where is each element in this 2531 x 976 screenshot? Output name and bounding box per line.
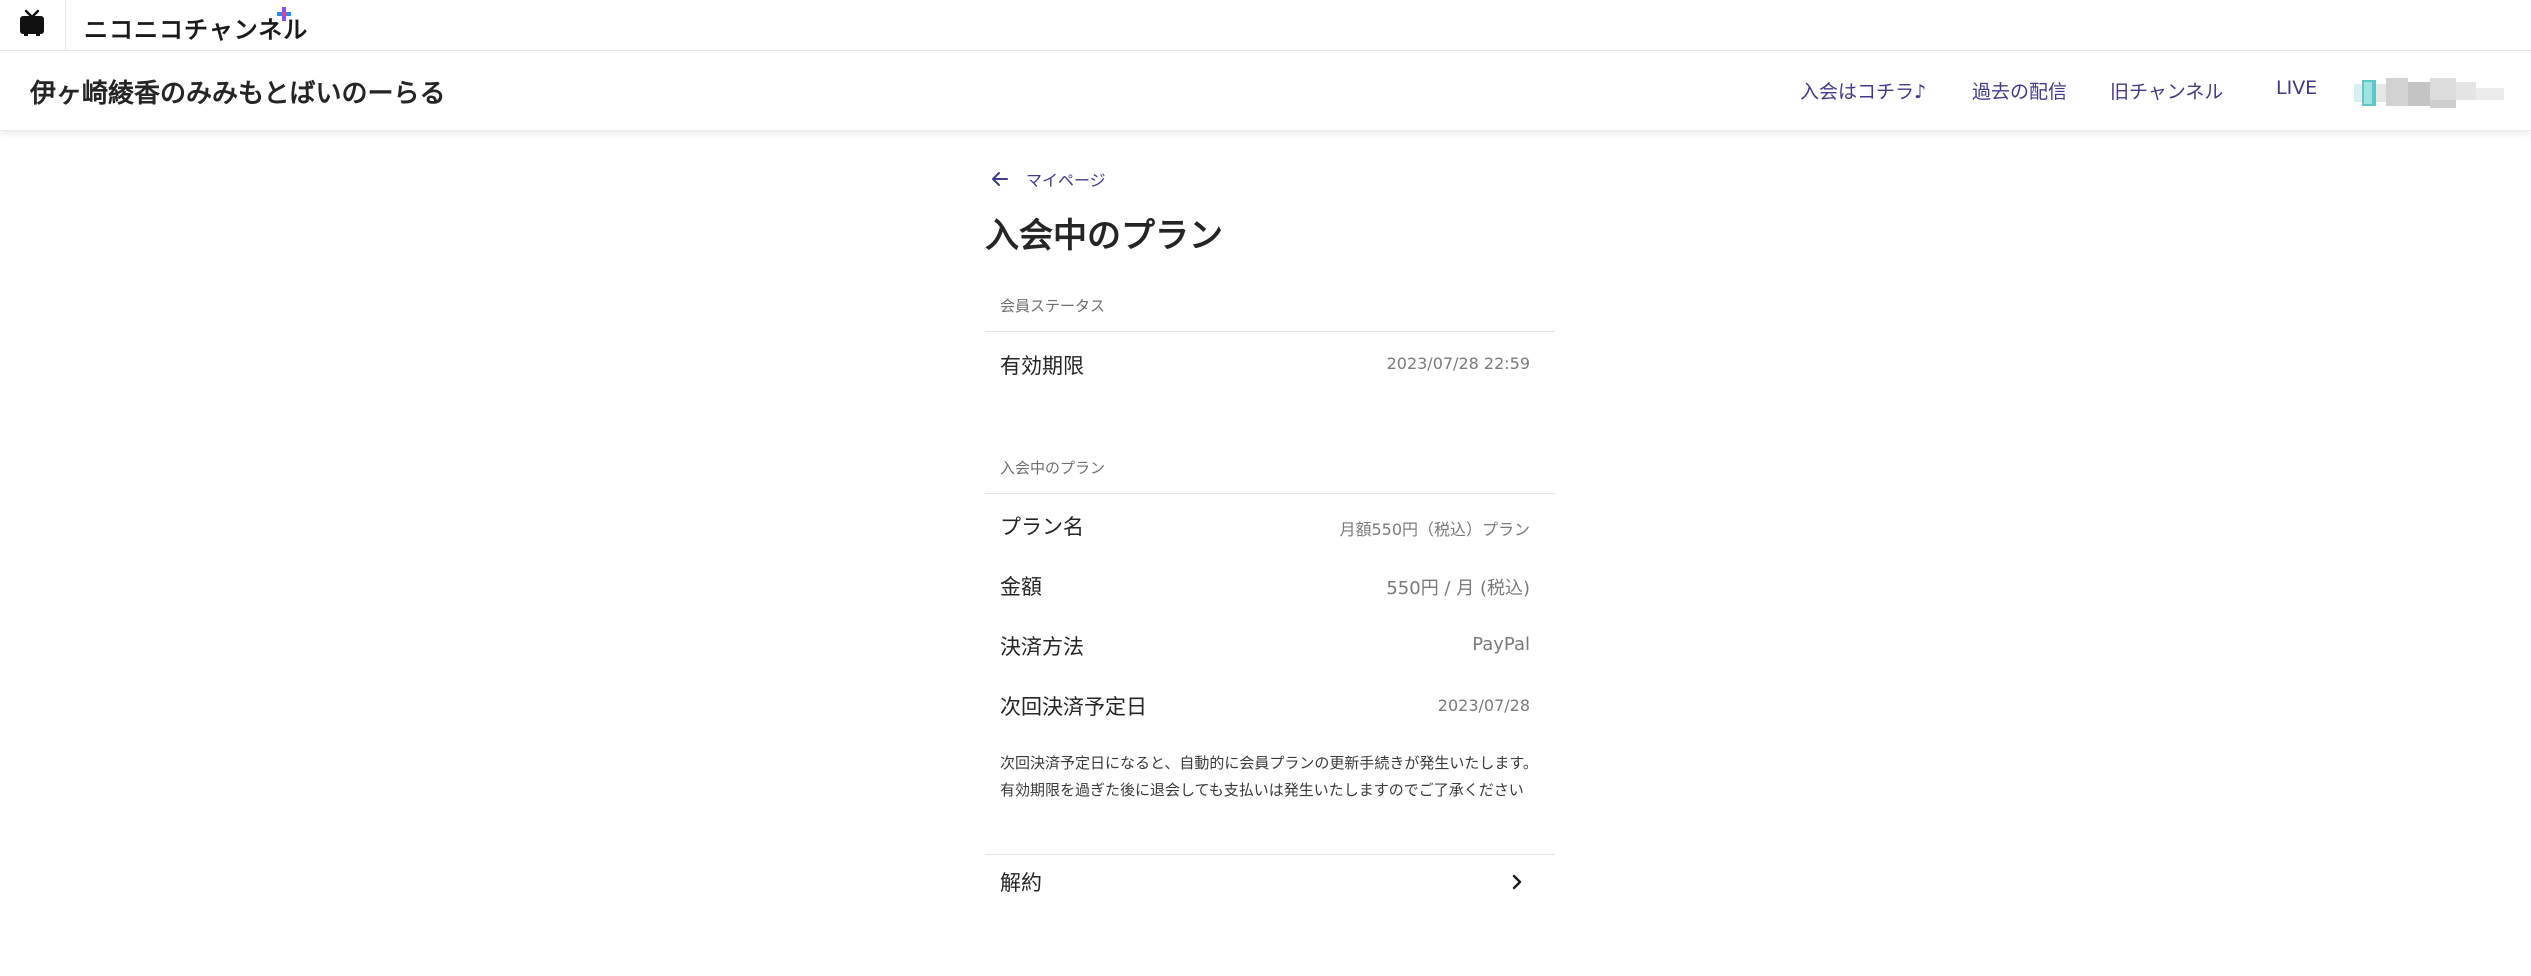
nav-old-channel-link[interactable]: 旧チャンネル bbox=[2110, 77, 2223, 104]
arrow-left-icon bbox=[992, 172, 1008, 186]
chevron-right-icon bbox=[1512, 874, 1522, 890]
page-title: 入会中のプラン bbox=[985, 216, 1223, 256]
back-to-mypage-link[interactable]: マイページ bbox=[990, 168, 1106, 190]
section-divider bbox=[985, 493, 1555, 494]
section-divider bbox=[985, 331, 1555, 332]
row-label-plan-name: プラン名 bbox=[1000, 515, 1084, 539]
niconico-tv-icon[interactable] bbox=[18, 9, 46, 37]
global-header: ニコニコチャンネル bbox=[0, 0, 2531, 51]
section-label-current-plan: 入会中のプラン bbox=[1000, 459, 1106, 477]
row-label-payment-method: 決済方法 bbox=[1000, 635, 1084, 659]
nav-past-broadcasts-link[interactable]: 過去の配信 bbox=[1972, 77, 2067, 104]
section-label-member-status: 会員ステータス bbox=[1000, 297, 1106, 315]
back-label: マイページ bbox=[1026, 171, 1106, 190]
row-label-expiry: 有効期限 bbox=[1000, 354, 1084, 378]
cancel-membership-row[interactable]: 解約 bbox=[985, 855, 1555, 911]
nav-live-link[interactable]: LIVE bbox=[2276, 77, 2317, 99]
channel-title[interactable]: 伊ヶ崎綾香のみみもとばいのーらる bbox=[30, 73, 445, 110]
plus-icon bbox=[277, 7, 291, 21]
row-label-next-payment: 次回決済予定日 bbox=[1000, 695, 1147, 719]
row-value-expiry: 2023/07/28 22:59 bbox=[1386, 354, 1530, 373]
user-avatar[interactable] bbox=[2354, 78, 2504, 108]
row-value-plan-name: 月額550円（税込）プラン bbox=[1339, 520, 1530, 539]
row-value-next-payment: 2023/07/28 bbox=[1437, 696, 1530, 715]
row-label-amount: 金額 bbox=[1000, 575, 1042, 599]
renewal-notice: 次回決済予定日になると、自動的に会員プランの更新手続きが発生いたします。 有効期… bbox=[1000, 750, 1545, 804]
notice-line: 有効期限を過ぎた後に退会しても支払いは発生いたしますのでご了承ください bbox=[1000, 781, 1524, 799]
brand-logo-text[interactable]: ニコニコチャンネル bbox=[84, 10, 308, 45]
row-value-amount: 550円 / 月 (税込) bbox=[1386, 578, 1530, 599]
notice-line: 次回決済予定日になると、自動的に会員プランの更新手続きが発生いたします。 bbox=[1000, 754, 1538, 772]
cancel-label: 解約 bbox=[1000, 871, 1042, 895]
channel-header: 伊ヶ崎綾香のみみもとばいのーらる 入会はコチラ♪ 過去の配信 旧チャンネル LI… bbox=[0, 51, 2531, 131]
header-divider bbox=[65, 0, 66, 51]
row-value-payment-method: PayPal bbox=[1472, 634, 1530, 655]
nav-join-link[interactable]: 入会はコチラ♪ bbox=[1800, 77, 1926, 104]
